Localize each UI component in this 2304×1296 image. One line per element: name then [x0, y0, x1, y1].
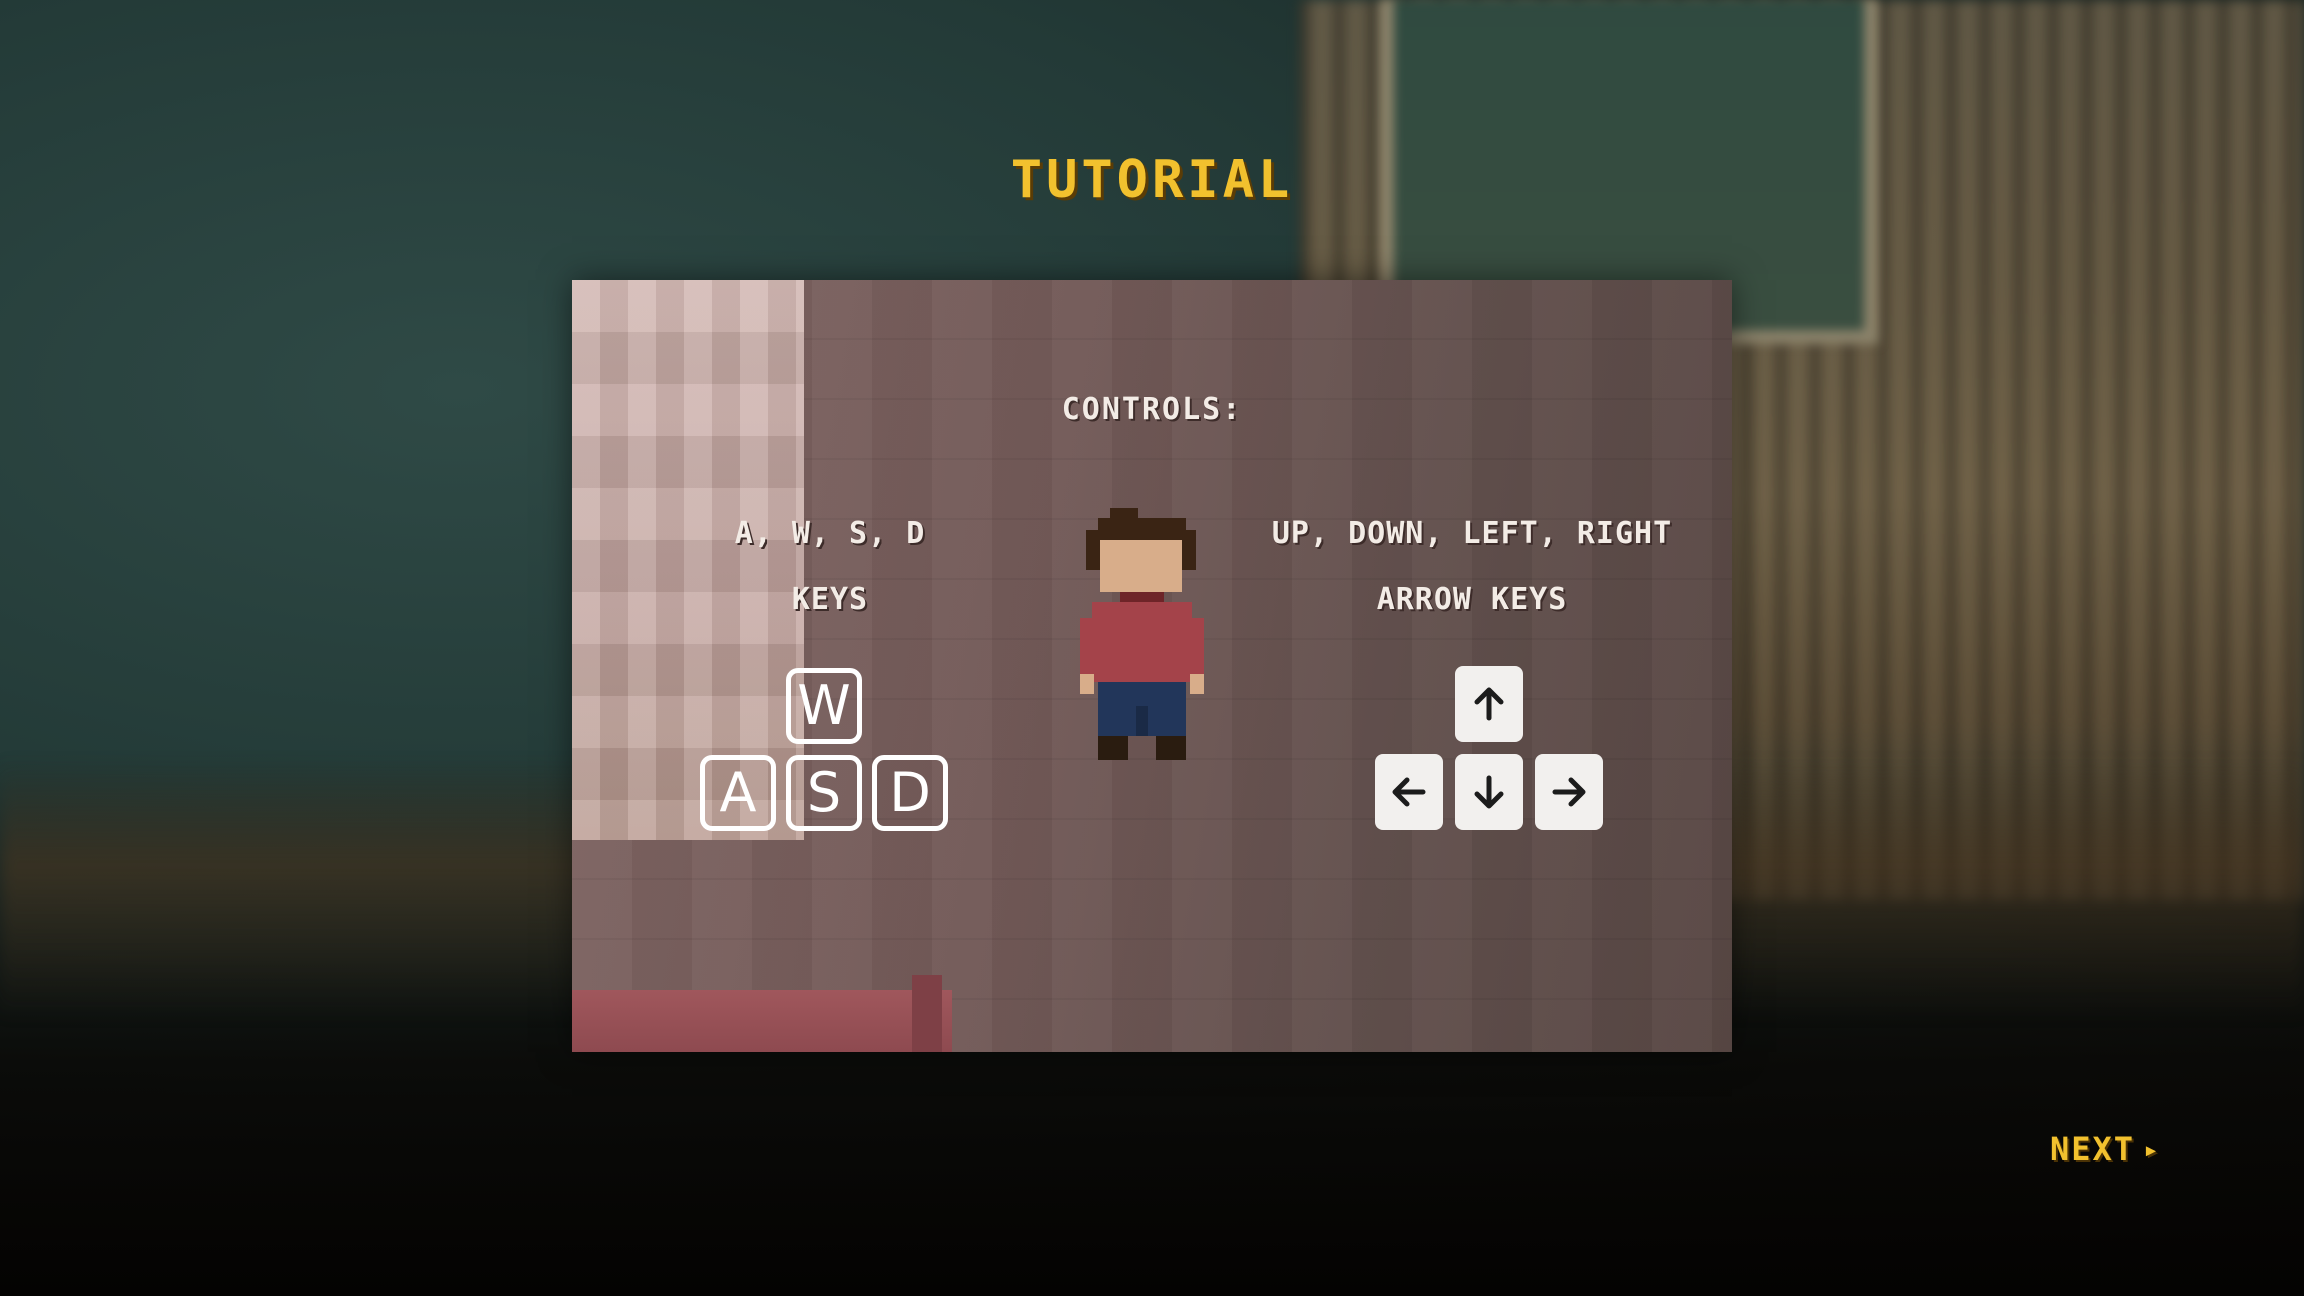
arrow-left-icon [1392, 777, 1426, 807]
arrow-keys-label: ARROW KEYS [1376, 582, 1568, 617]
tutorial-title: TUTORIAL [1010, 150, 1294, 210]
player-character-sprite [1080, 508, 1204, 760]
key-d: D [872, 755, 948, 831]
key-w: W [786, 668, 862, 744]
game-screen: TUTORIAL CONTROLS: A, W, S, D KEYS W A S… [0, 0, 2304, 1296]
key-arrow-left [1375, 754, 1443, 830]
key-arrow-up [1455, 666, 1523, 742]
arrow-down-icon [1474, 775, 1504, 809]
key-s: S [786, 755, 862, 831]
next-label: NEXT [2050, 1130, 2136, 1168]
arrows-label: UP, DOWN, LEFT, RIGHT [1271, 516, 1673, 551]
next-button[interactable]: NEXT ▸ [2050, 1130, 2161, 1168]
arrow-up-icon [1474, 687, 1504, 721]
panel-bench-decor [572, 990, 952, 1052]
wasd-label: A, W, S, D [734, 516, 926, 551]
key-a: A [700, 755, 776, 831]
key-arrow-right [1535, 754, 1603, 830]
wasd-keys-label: KEYS [791, 582, 869, 617]
controls-heading: CONTROLS: [1061, 392, 1243, 427]
panel-bench-post-decor [912, 975, 942, 1052]
arrow-right-icon [1552, 777, 1586, 807]
play-triangle-icon: ▸ [2143, 1135, 2161, 1165]
key-arrow-down [1455, 754, 1523, 830]
tutorial-panel: CONTROLS: A, W, S, D KEYS W A S D UP, DO… [572, 280, 1732, 1052]
